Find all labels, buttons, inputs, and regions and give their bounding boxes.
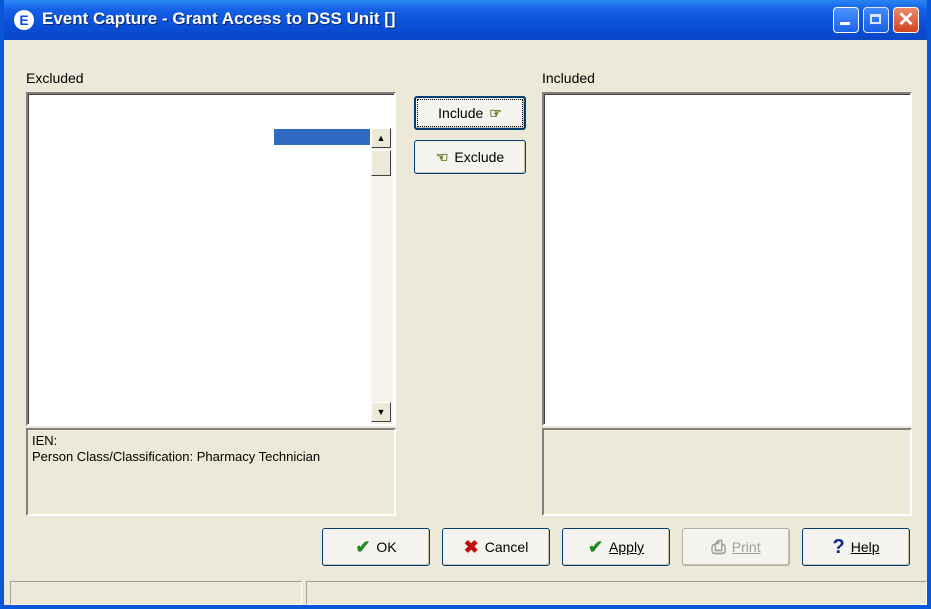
cancel-button[interactable]: ✖ Cancel <box>442 528 550 566</box>
print-label: Print <box>731 539 761 555</box>
minimize-icon <box>840 22 850 25</box>
include-button[interactable]: Include ☞ <box>414 96 526 130</box>
app-icon: E <box>14 10 34 30</box>
hand-right-icon: ☞ <box>489 105 502 121</box>
question-icon: ? <box>832 536 845 558</box>
help-button[interactable]: ? Help <box>802 528 910 566</box>
maximize-button[interactable] <box>863 7 889 33</box>
scroll-up-icon[interactable]: ▲ <box>371 128 391 148</box>
exclude-button-label: Exclude <box>454 149 505 165</box>
x-icon: ✖ <box>463 537 479 557</box>
exclude-button[interactable]: ☜ Exclude <box>414 140 526 174</box>
apply-check-icon: ✔ <box>587 537 604 557</box>
print-button[interactable]: ⎙ Print <box>682 528 790 566</box>
printer-icon: ⎙ <box>711 537 726 557</box>
included-label: Included <box>542 70 595 86</box>
window-title: Event Capture - Grant Access to DSS Unit… <box>42 9 396 28</box>
cancel-label: Cancel <box>484 539 529 555</box>
dialog-window: E Event Capture - Grant Access to DSS Un… <box>0 0 931 609</box>
title-bar[interactable]: E Event Capture - Grant Access to DSS Un… <box>4 0 927 40</box>
scroll-thumb[interactable] <box>371 150 391 176</box>
include-button-label: Include <box>438 105 484 121</box>
help-label: Help <box>850 539 880 555</box>
minimize-button[interactable] <box>833 7 859 33</box>
included-info-panel <box>542 428 912 516</box>
excluded-info-panel: IEN: Person Class/Classification: Pharma… <box>26 428 396 516</box>
included-listbox[interactable] <box>542 92 912 426</box>
excluded-scrollbar[interactable]: ▲ ▼ <box>371 128 393 424</box>
maximize-icon <box>870 14 881 24</box>
close-button[interactable]: ✕ <box>893 7 919 33</box>
close-icon: ✕ <box>897 9 915 31</box>
status-panel-2 <box>306 581 927 605</box>
check-icon: ✔ <box>355 537 371 557</box>
ien-text: IEN: <box>32 433 58 448</box>
excluded-selected-item[interactable] <box>274 129 370 145</box>
status-bar <box>10 581 927 605</box>
excluded-label: Excluded <box>26 70 84 86</box>
status-panel-1 <box>10 581 302 605</box>
hand-left-icon: ☜ <box>435 149 449 165</box>
apply-button[interactable]: ✔ Apply <box>562 528 670 566</box>
ok-button[interactable]: ✔ OK <box>322 528 430 566</box>
ok-label: OK <box>376 539 397 555</box>
scroll-down-icon[interactable]: ▼ <box>371 402 391 422</box>
person-class-text: Person Class/Classification: Pharmacy Te… <box>32 449 321 464</box>
apply-label: Apply <box>609 539 645 555</box>
